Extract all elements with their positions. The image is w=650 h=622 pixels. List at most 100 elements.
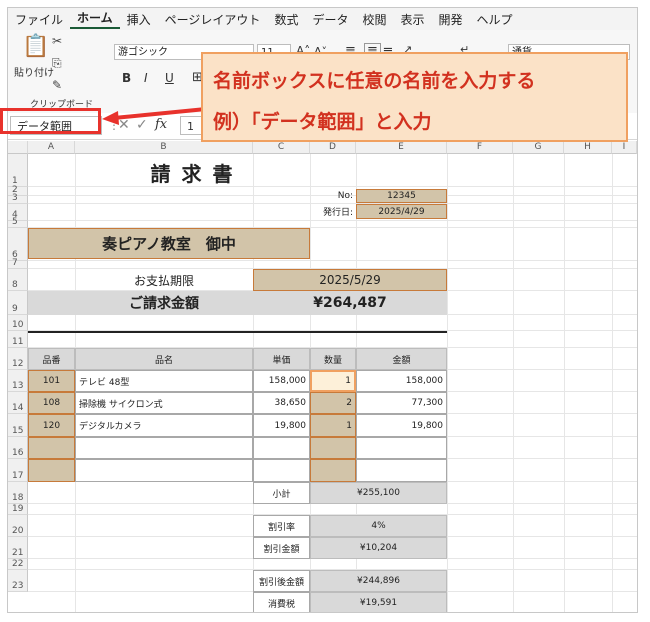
item-price[interactable]: 19,800	[253, 414, 310, 437]
row-header[interactable]: 5	[8, 217, 28, 228]
gridline	[612, 154, 613, 612]
discount-rate-value[interactable]: 4%	[310, 515, 447, 537]
discount-amount-value: ¥10,204	[310, 537, 447, 559]
col-header-a[interactable]: A	[28, 141, 75, 154]
item-qty[interactable]: 2	[310, 392, 356, 414]
empty-amount-cell[interactable]	[356, 437, 447, 459]
row-header[interactable]: 3	[8, 193, 28, 204]
underline-button[interactable]: U	[165, 71, 174, 85]
after-discount-label: 割引後金額	[253, 570, 310, 592]
row-header[interactable]: 21	[8, 537, 28, 559]
customer-name[interactable]: 奏ピアノ教室 御中	[28, 228, 310, 259]
row-header[interactable]: 10	[8, 315, 28, 331]
menu-formulas[interactable]: 数式	[267, 11, 305, 28]
menu-home[interactable]: ホーム	[70, 9, 120, 29]
empty-name-cell[interactable]	[75, 459, 253, 482]
row-header[interactable]: 8	[8, 269, 28, 291]
item-amount[interactable]: 19,800	[356, 414, 447, 437]
item-code[interactable]: 108	[28, 392, 75, 414]
invoice-title: 請 求 書	[150, 161, 235, 186]
issue-date-value[interactable]: 2025/4/29	[356, 204, 447, 219]
callout-line-1: 名前ボックスに任意の名前を入力する	[213, 70, 536, 92]
gridline	[28, 220, 637, 221]
invoice-no-value[interactable]: 12345	[356, 189, 447, 203]
menu-review[interactable]: 校閲	[355, 11, 393, 28]
italic-button[interactable]: I	[144, 71, 148, 85]
item-amount[interactable]: 77,300	[356, 392, 447, 414]
item-amount[interactable]: 158,000	[356, 370, 447, 392]
empty-price-cell[interactable]	[253, 437, 310, 459]
col-header-e[interactable]: E	[356, 141, 447, 154]
menu-bar: ファイル ホーム 挿入 ページレイアウト 数式 データ 校閲 表示 開発 ヘルプ	[8, 8, 637, 30]
row-header[interactable]: 18	[8, 482, 28, 504]
row-header[interactable]: 11	[8, 331, 28, 348]
empty-name-cell[interactable]	[75, 437, 253, 459]
row-header[interactable]: 12	[8, 348, 28, 370]
row-header[interactable]: 4	[8, 204, 28, 221]
row-header[interactable]: 13	[8, 370, 28, 392]
item-qty[interactable]: 1	[310, 414, 356, 437]
empty-code-cell[interactable]	[28, 459, 75, 482]
row-header[interactable]: 9	[8, 291, 28, 315]
menu-insert[interactable]: 挿入	[120, 11, 158, 28]
empty-code-cell[interactable]	[28, 437, 75, 459]
select-all-corner[interactable]	[8, 141, 28, 154]
row-header[interactable]: 14	[8, 392, 28, 414]
gridline	[28, 186, 637, 187]
header-price: 単価	[253, 348, 310, 370]
due-date-value[interactable]: 2025/5/29	[253, 269, 447, 291]
discount-rate-label: 割引率	[253, 515, 310, 537]
copy-icon[interactable]: ⎘	[52, 57, 62, 69]
item-name[interactable]: デジタルカメラ	[75, 414, 253, 437]
row-header[interactable]: 2	[8, 185, 28, 196]
discount-amount-label: 割引金額	[253, 537, 310, 559]
gridline	[28, 260, 637, 261]
col-header-b[interactable]: B	[75, 141, 253, 154]
row-header[interactable]: 6	[8, 228, 28, 261]
tax-label: 消費税	[253, 592, 310, 612]
item-name[interactable]: 掃除機 サイクロン式	[75, 392, 253, 414]
paste-icon[interactable]: 📋	[22, 36, 49, 58]
header-name: 品名	[75, 348, 253, 370]
row-header[interactable]: 17	[8, 459, 28, 482]
empty-qty-cell[interactable]	[310, 437, 356, 459]
empty-qty-cell[interactable]	[310, 459, 356, 482]
menu-file[interactable]: ファイル	[8, 11, 70, 28]
col-header-g[interactable]: G	[513, 141, 564, 154]
issue-date-label: 発行日:	[322, 208, 353, 218]
cut-icon[interactable]: ✂	[52, 35, 62, 47]
row-header[interactable]: 7	[8, 258, 28, 269]
row-header[interactable]: 20	[8, 515, 28, 537]
paste-label[interactable]: 貼り付け	[14, 64, 54, 79]
menu-data[interactable]: データ	[305, 11, 355, 28]
col-header-h[interactable]: H	[564, 141, 612, 154]
name-box-highlight	[0, 108, 101, 134]
col-header-i[interactable]: I	[612, 141, 637, 154]
menu-page-layout[interactable]: ページレイアウト	[158, 11, 268, 28]
col-header-f[interactable]: F	[447, 141, 513, 154]
bold-button[interactable]: B	[122, 71, 131, 85]
col-header-c[interactable]: C	[253, 141, 310, 154]
row-header[interactable]: 22	[8, 559, 28, 570]
row-header[interactable]: 1	[8, 154, 28, 187]
item-qty[interactable]: 1	[310, 370, 356, 392]
format-painter-icon[interactable]: ✎	[52, 79, 62, 91]
row-header[interactable]: 23	[8, 570, 28, 592]
empty-amount-cell[interactable]	[356, 459, 447, 482]
item-name[interactable]: テレビ 48型	[75, 370, 253, 392]
empty-price-cell[interactable]	[253, 459, 310, 482]
item-price[interactable]: 158,000	[253, 370, 310, 392]
instruction-callout: 名前ボックスに任意の名前を入力する 例）「データ範囲」と入力	[201, 52, 628, 142]
row-header[interactable]: 19	[8, 504, 28, 515]
row-header[interactable]: 16	[8, 437, 28, 459]
row-header[interactable]: 15	[8, 414, 28, 437]
menu-help[interactable]: ヘルプ	[470, 11, 520, 28]
gridline	[447, 154, 448, 612]
menu-developer[interactable]: 開発	[432, 11, 470, 28]
col-header-d[interactable]: D	[310, 141, 356, 154]
item-code[interactable]: 120	[28, 414, 75, 437]
menu-view[interactable]: 表示	[393, 11, 431, 28]
subtotal-value: ¥255,100	[310, 482, 447, 504]
item-code[interactable]: 101	[28, 370, 75, 392]
item-price[interactable]: 38,650	[253, 392, 310, 414]
